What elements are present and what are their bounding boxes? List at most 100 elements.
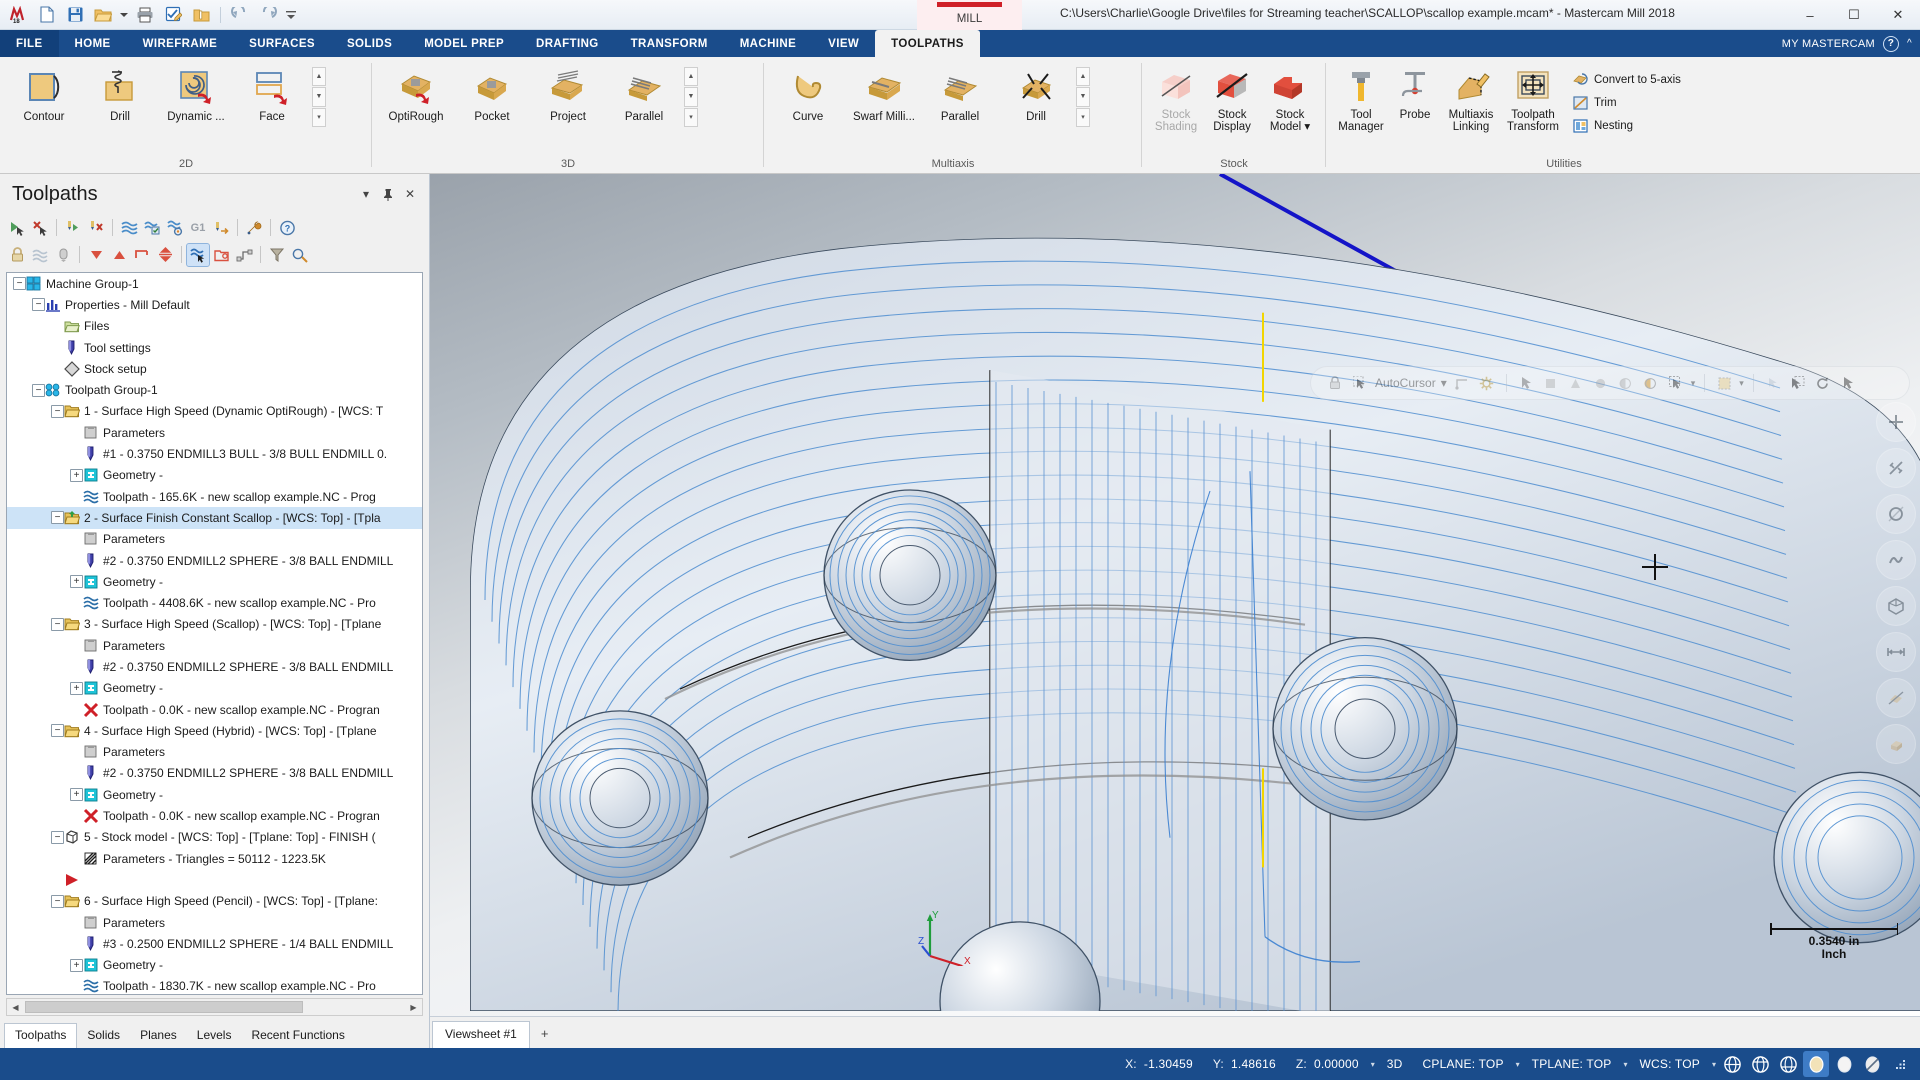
tree-row[interactable]: Toolpath - 165.6K - new scallop example.… [7, 486, 422, 507]
help-icon[interactable]: ? [1883, 35, 1899, 52]
parallel-3d-button[interactable]: Parallel [606, 63, 682, 125]
top-view-icon[interactable] [1876, 632, 1916, 672]
insert-arrow-icon[interactable] [131, 244, 153, 266]
gallery-expand-multiaxis[interactable]: ▾ [1076, 107, 1090, 127]
autocursor-quadrant-icon[interactable] [1641, 373, 1661, 393]
status-cplane[interactable]: CPLANE: TOP [1413, 1057, 1514, 1071]
multiaxis-gallery-scroll[interactable]: ▲ ▼ ▾ [1076, 67, 1090, 127]
tree-horizontal-scrollbar[interactable]: ◀ ▶ [6, 998, 423, 1016]
toolpath-transform-button[interactable]: Toolpath Transform [1502, 63, 1564, 135]
tree-row[interactable]: Tool settings [7, 337, 422, 358]
status-cplane-caret-icon[interactable]: ▾ [1514, 1060, 1522, 1069]
viewsheet-tab[interactable]: Viewsheet #1 [432, 1021, 530, 1048]
autocursor-caret-icon[interactable]: ▾ [1441, 376, 1447, 390]
trim-button[interactable]: Trim [1570, 93, 1687, 113]
backplot-icon[interactable] [118, 217, 140, 239]
tree-row[interactable]: #2 - 0.3750 ENDMILL2 SPHERE - 3/8 BALL E… [7, 763, 422, 784]
tab-planes[interactable]: Planes [130, 1024, 187, 1048]
filter-icon[interactable] [266, 244, 288, 266]
autocursor-endpoint-icon[interactable] [1541, 373, 1561, 393]
move-down-icon[interactable] [85, 244, 107, 266]
autocursor-point-icon[interactable] [1666, 373, 1686, 393]
autocursor-arrow-icon[interactable] [1516, 373, 1536, 393]
gallery-expand-2d[interactable]: ▾ [312, 107, 326, 127]
swarf-mill-button[interactable]: Swarf Milli... [846, 63, 922, 125]
gallery-scroll-down-2d[interactable]: ▼ [312, 87, 326, 107]
gallery-scroll-down-multiaxis[interactable]: ▼ [1076, 87, 1090, 107]
tree-row[interactable]: − 4 - Surface High Speed (Hybrid) - [WCS:… [7, 720, 422, 741]
gallery-expand-3d[interactable]: ▾ [684, 107, 698, 127]
ribbon-tab-home[interactable]: HOME [59, 30, 127, 57]
tree-collapse-icon[interactable]: − [32, 298, 45, 312]
tree-row[interactable]: − 1 - Surface High Speed (Dynamic OptiRou… [7, 401, 422, 422]
tree-row[interactable]: #1 - 0.3750 ENDMILL3 BULL - 3/8 BULL END… [7, 443, 422, 464]
autocursor-gear-icon[interactable] [1477, 373, 1497, 393]
ribbon-tab-file[interactable]: FILE [0, 30, 59, 57]
tree-collapse-icon[interactable]: − [32, 383, 45, 397]
toggle-posting-icon[interactable] [52, 244, 74, 266]
wireframe-display-icon[interactable] [1719, 1051, 1745, 1077]
autocursor-window-icon[interactable] [1714, 373, 1734, 393]
ribbon-tab-machine[interactable]: MACHINE [724, 30, 812, 57]
resize-grip-icon[interactable] [1887, 1051, 1913, 1077]
dynamic-rotate-icon[interactable] [1876, 448, 1916, 488]
autocursor-center-icon[interactable] [1591, 373, 1611, 393]
help-icon[interactable]: ? [276, 217, 298, 239]
stock-shading-button[interactable]: Stock Shading [1148, 63, 1204, 135]
face-button[interactable]: Face [234, 63, 310, 125]
autocursor-intersect-icon[interactable] [1616, 373, 1636, 393]
customize-qat-icon[interactable] [283, 3, 299, 27]
front-view-icon[interactable] [1876, 678, 1916, 718]
tree-row[interactable]: + Geometry - [7, 784, 422, 805]
translucent-display-icon[interactable] [1859, 1051, 1885, 1077]
hidden-line-display-icon[interactable] [1747, 1051, 1773, 1077]
maximize-button[interactable]: ☐ [1832, 0, 1876, 30]
tree-row[interactable]: Parameters [7, 912, 422, 933]
close-button[interactable]: ✕ [1876, 0, 1920, 30]
stock-model-button[interactable]: Stock Model ▾ [1260, 63, 1320, 135]
minimize-button[interactable]: – [1788, 0, 1832, 30]
regenerate-selected-icon[interactable] [62, 217, 84, 239]
tree-row[interactable]: + Geometry - [7, 678, 422, 699]
dynamic-mill-button[interactable]: Dynamic ... [158, 63, 234, 125]
tree-expand-icon[interactable]: + [70, 681, 83, 695]
collapse-ribbon-icon[interactable]: ^ [1907, 38, 1912, 49]
lock-icon[interactable] [6, 244, 28, 266]
autocursor-midpoint-icon[interactable] [1566, 373, 1586, 393]
parallel-multiaxis-button[interactable]: Parallel [922, 63, 998, 125]
viewport[interactable]: AutoCursor ▾ ▾ ▾ Y X Z 0.3540 in Inch [430, 174, 1920, 1016]
tree-row[interactable]: − Properties - Mill Default [7, 294, 422, 315]
verify-icon[interactable] [141, 217, 163, 239]
autocursor-pick-icon[interactable] [1838, 373, 1858, 393]
open-folder-icon[interactable] [90, 3, 116, 27]
edit-note-icon[interactable] [160, 3, 186, 27]
tool-manager-button[interactable]: Tool Manager [1332, 63, 1390, 135]
isometric-view-icon[interactable] [1876, 586, 1916, 626]
status-z-caret-icon[interactable]: ▾ [1369, 1060, 1377, 1069]
redo-icon[interactable] [255, 3, 281, 27]
tree-row[interactable]: #2 - 0.3750 ENDMILL2 SPHERE - 3/8 BALL E… [7, 656, 422, 677]
3d-gallery-scroll[interactable]: ▲ ▼ ▾ [684, 67, 698, 127]
autocursor-origin-icon[interactable] [1452, 373, 1472, 393]
status-tplane-caret-icon[interactable]: ▾ [1621, 1060, 1629, 1069]
tree-row[interactable]: − 5 - Stock model - [WCS: Top] - [Tplane:… [7, 827, 422, 848]
shaded-display-icon[interactable] [1803, 1051, 1829, 1077]
pocket-3d-button[interactable]: Pocket [454, 63, 530, 125]
status-wcs-caret-icon[interactable]: ▾ [1710, 1060, 1718, 1069]
autocursor-toolbar[interactable]: AutoCursor ▾ ▾ ▾ [1310, 366, 1910, 400]
stock-display-button[interactable]: Stock Display [1204, 63, 1260, 135]
open-dropdown-icon[interactable] [118, 3, 130, 27]
scroll-left-arrow-icon[interactable]: ◀ [7, 999, 24, 1015]
tree-row[interactable]: − Machine Group-1 [7, 273, 422, 294]
autocursor-point-caret-icon[interactable]: ▾ [1691, 378, 1696, 389]
gallery-scroll-up-2d[interactable]: ▲ [312, 67, 326, 87]
high-speed-machine-icon[interactable] [210, 217, 232, 239]
probe-button[interactable]: Probe [1390, 63, 1440, 123]
curve-button[interactable]: Curve [770, 63, 846, 125]
status-wcs[interactable]: WCS: TOP [1629, 1057, 1710, 1071]
ribbon-tab-surfaces[interactable]: SURFACES [233, 30, 331, 57]
tree-row[interactable]: Parameters [7, 742, 422, 763]
regenerate-dirty-icon[interactable] [85, 217, 107, 239]
autocursor-solid-face-icon[interactable] [1763, 373, 1783, 393]
g1-post-icon[interactable]: G1 [187, 217, 209, 239]
